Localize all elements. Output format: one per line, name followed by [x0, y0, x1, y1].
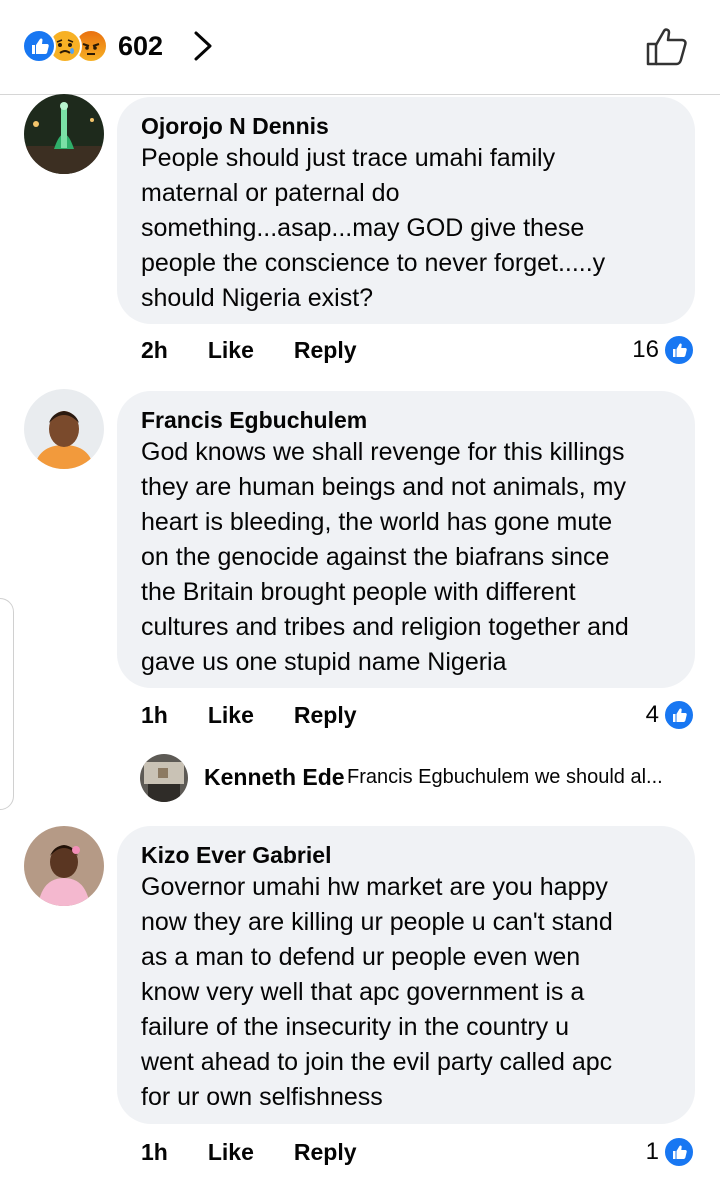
comment-line: on the genocide against the biafrans sin…	[141, 543, 610, 571]
reply-preview[interactable]: Kenneth Ede Francis Egbuchulem we should…	[140, 752, 710, 804]
comment-line: for ur own selfishness	[141, 1083, 383, 1111]
like-badge-icon	[663, 334, 695, 366]
comment-time: 2h	[141, 336, 168, 363]
comment-text: God knows we shall revenge for this kill…	[141, 435, 671, 680]
comment-actions: 1h Like Reply 1	[141, 1134, 695, 1170]
comment-line: people the conscience to never forget...…	[141, 249, 606, 277]
reply-avatar[interactable]	[140, 754, 188, 802]
comment-like-count[interactable]: 16	[632, 332, 695, 368]
comment-line: as a man to defend ur people even wen	[141, 943, 581, 971]
comment-bubble[interactable]: Kizo Ever Gabriel Governor umahi hw mark…	[117, 826, 695, 1124]
comment-line: People should just trace umahi family	[141, 144, 556, 172]
reply-button[interactable]: Reply	[294, 337, 357, 364]
like-count-value: 1	[645, 1138, 659, 1165]
comment-author[interactable]: Kizo Ever Gabriel	[141, 840, 671, 870]
comment-line: gave us one stupid name Nigeria	[141, 648, 507, 676]
comment-author[interactable]: Francis Egbuchulem	[141, 405, 671, 435]
comment-line: maternal or paternal do	[141, 179, 400, 207]
like-icon	[22, 29, 56, 63]
like-button[interactable]: Like	[208, 1139, 254, 1166]
comment-line: the Britain brought people with differen…	[141, 578, 576, 606]
comment-time: 1h	[141, 701, 168, 728]
like-button[interactable]: Like	[208, 702, 254, 729]
side-drawer-handle[interactable]	[0, 598, 14, 810]
avatar[interactable]	[24, 389, 104, 469]
comment-like-count[interactable]: 4	[646, 697, 695, 733]
like-badge-icon	[663, 1136, 695, 1168]
reply-button[interactable]: Reply	[294, 702, 357, 729]
comment-like-count[interactable]: 1	[646, 1134, 695, 1170]
reply-button[interactable]: Reply	[294, 1139, 357, 1166]
reaction-count: 602	[118, 30, 164, 61]
reply-author[interactable]: Kenneth Ede	[204, 764, 345, 791]
like-outline-icon[interactable]	[644, 24, 692, 68]
comment-line: they are human beings and not animals, m…	[141, 473, 626, 501]
comment-actions: 1h Like Reply 4	[141, 697, 695, 733]
comment-actions: 2h Like Reply 16	[141, 332, 695, 368]
comment-time: 1h	[141, 1138, 168, 1165]
reactions-summary[interactable]: 602	[22, 28, 163, 64]
like-badge-icon	[663, 699, 695, 731]
comment-line: heart is bleeding, the world has gone mu…	[141, 508, 613, 536]
like-count-value: 16	[632, 336, 659, 363]
comment-line: know very well that apc government is a	[141, 978, 585, 1006]
avatar[interactable]	[24, 94, 104, 174]
comment-line: Governor umahi hw market are you happy	[141, 873, 608, 901]
like-count-value: 4	[645, 701, 659, 728]
reactions-header: 602	[0, 0, 720, 95]
comment-line: failure of the insecurity in the country…	[141, 1013, 570, 1041]
like-button[interactable]: Like	[208, 337, 254, 364]
avatar[interactable]	[24, 826, 104, 906]
comment-author[interactable]: Ojorojo N Dennis	[141, 111, 671, 141]
comment-line: now they are killing ur people u can't s…	[141, 908, 613, 936]
comment-line: cultures and tribes and religion togethe…	[141, 613, 629, 641]
comment-line: God knows we shall revenge for this kill…	[141, 438, 625, 466]
chevron-right-icon[interactable]	[190, 30, 218, 62]
comment-line: should Nigeria exist?	[141, 284, 374, 312]
reply-text: Francis Egbuchulem we should al...	[347, 766, 663, 788]
comment-text: Governor umahi hw market are you happy n…	[141, 870, 671, 1115]
comment-text: People should just trace umahi family ma…	[141, 141, 671, 316]
comment-bubble[interactable]: Francis Egbuchulem God knows we shall re…	[117, 391, 695, 688]
comment-bubble[interactable]: Ojorojo N Dennis People should just trac…	[117, 97, 695, 324]
comment-line: something...asap...may GOD give these	[141, 214, 585, 242]
comment-line: went ahead to join the evil party called…	[141, 1048, 613, 1076]
